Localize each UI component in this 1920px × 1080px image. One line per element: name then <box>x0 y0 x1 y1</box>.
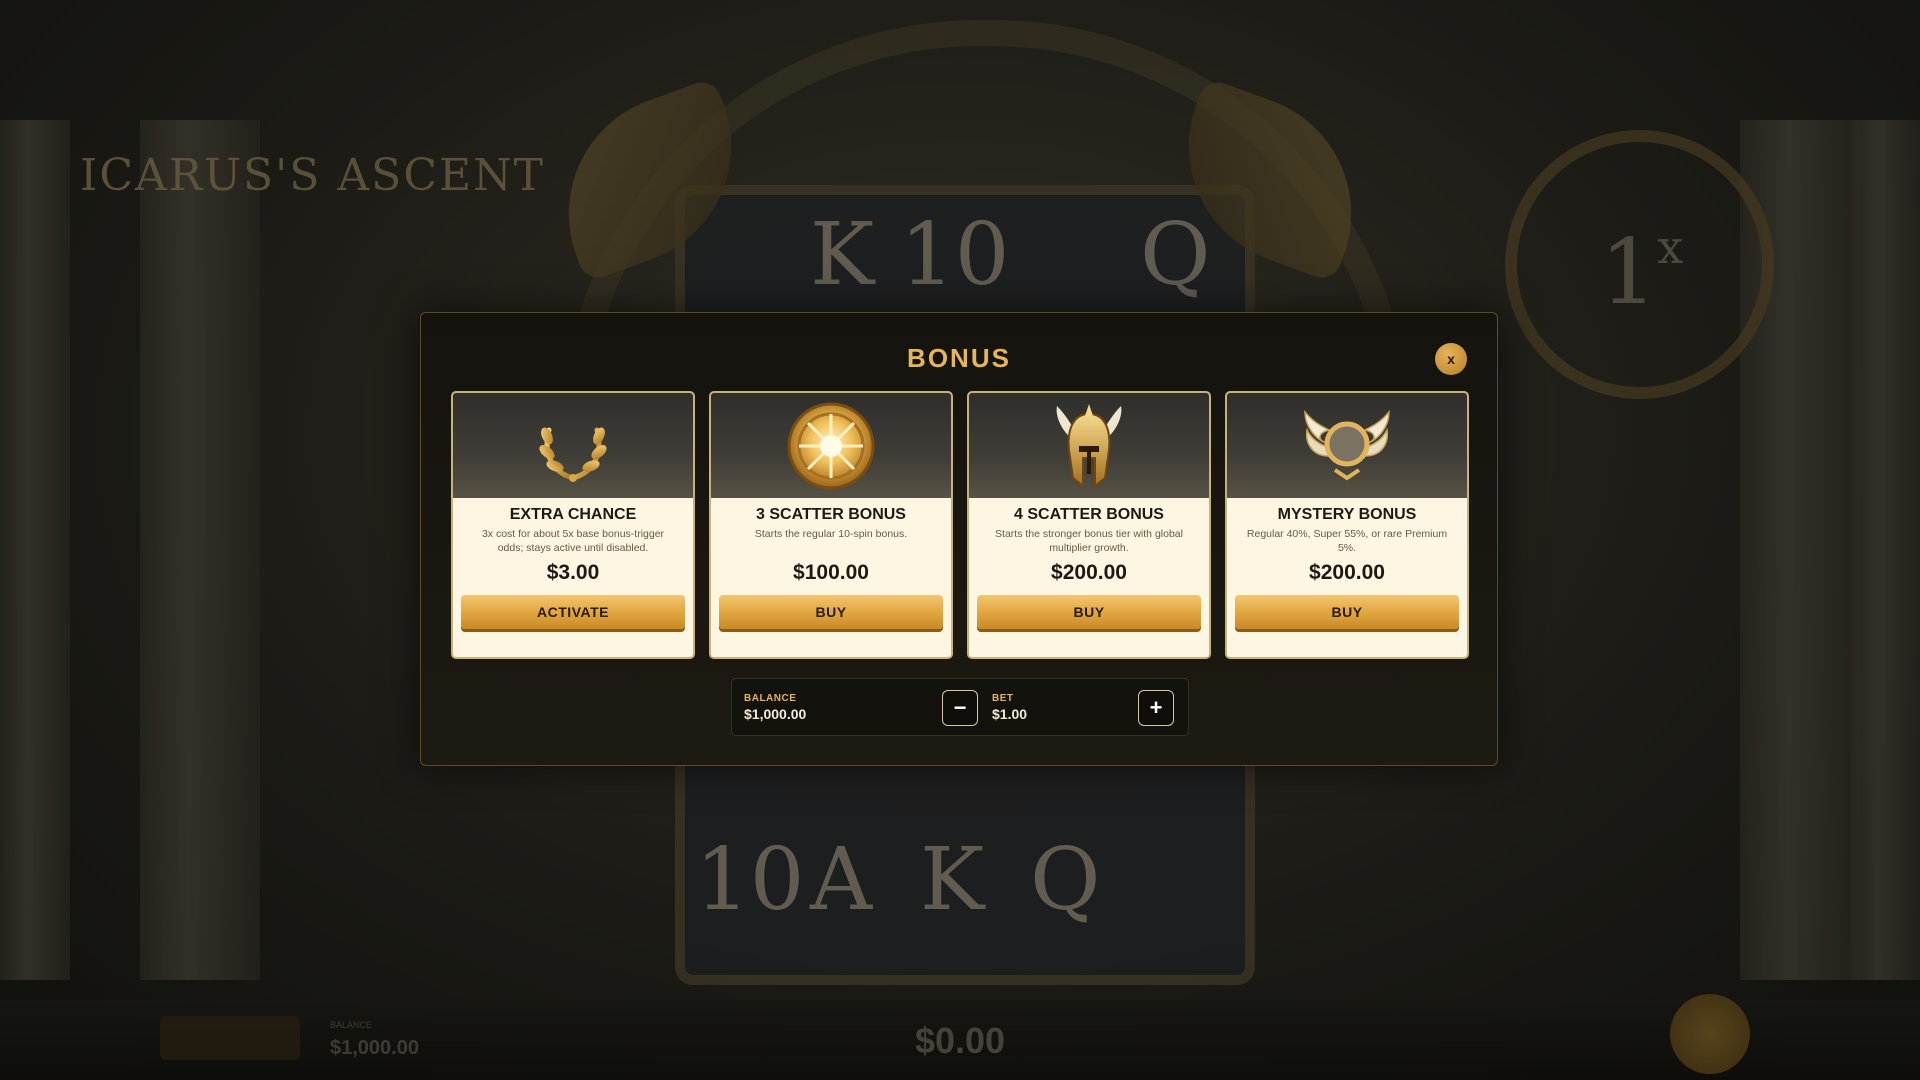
card-art <box>453 393 693 498</box>
card-description: Starts the regular 10-spin bonus. <box>754 528 908 540</box>
card-price: $200.00 <box>1051 561 1127 584</box>
bonus-card-mystery: MYSTERY BONUS Regular 40%, Super 55%, or… <box>1225 391 1469 659</box>
card-title: 4 SCATTER BONUS <box>1014 506 1164 523</box>
winged-orb-icon <box>1304 409 1390 480</box>
buy-button[interactable]: BUY <box>719 595 943 629</box>
laurel-wreath-icon <box>539 427 607 482</box>
bonus-card-extra-chance: EXTRA CHANCE 3x cost for about 5x base b… <box>451 391 695 659</box>
balance-value: $1,000.00 <box>744 706 807 722</box>
activate-button[interactable]: ACTIVATE <box>461 595 685 629</box>
card-art <box>969 393 1209 498</box>
balance-bet-bar: BALANCE $1,000.00 − BET $1.00 + <box>731 678 1189 736</box>
bet-label: BET <box>992 693 1014 704</box>
bonus-card-list: EXTRA CHANCE 3x cost for about 5x base b… <box>451 391 1469 659</box>
card-title: 3 SCATTER BONUS <box>756 506 906 523</box>
buy-button[interactable]: BUY <box>977 595 1201 629</box>
bonus-card-3-scatter: 3 SCATTER BONUS Starts the regular 10-sp… <box>709 391 953 659</box>
card-title: EXTRA CHANCE <box>509 506 637 523</box>
bonus-modal: BONUS x EXTRA CHANCE 3x cost for about 5… <box>420 312 1498 766</box>
bonus-card-4-scatter: 4 SCATTER BONUS Starts the stronger bonu… <box>967 391 1211 659</box>
bet-increase-button[interactable]: + <box>1138 690 1174 726</box>
bet-value: $1.00 <box>992 706 1028 722</box>
balance-label: BALANCE <box>744 693 797 704</box>
card-description: Starts the stronger bonus tier with glob… <box>995 528 1183 554</box>
buy-button[interactable]: BUY <box>1235 595 1459 629</box>
bet-decrease-button[interactable]: − <box>942 690 978 726</box>
modal-title: BONUS <box>907 343 1011 373</box>
card-art <box>711 393 951 498</box>
card-art <box>1227 393 1467 498</box>
card-description: Regular 40%, Super 55%, or rare Premium … <box>1246 528 1448 554</box>
card-price: $100.00 <box>793 561 869 584</box>
card-title: MYSTERY BONUS <box>1277 506 1417 523</box>
winged-helmet-icon <box>1056 403 1122 488</box>
card-price: $200.00 <box>1309 561 1385 584</box>
card-description: 3x cost for about 5x base bonus-trigger … <box>481 528 665 554</box>
card-price: $3.00 <box>546 561 600 584</box>
sun-medallion-icon <box>787 402 875 489</box>
close-button[interactable]: x <box>1435 343 1467 375</box>
